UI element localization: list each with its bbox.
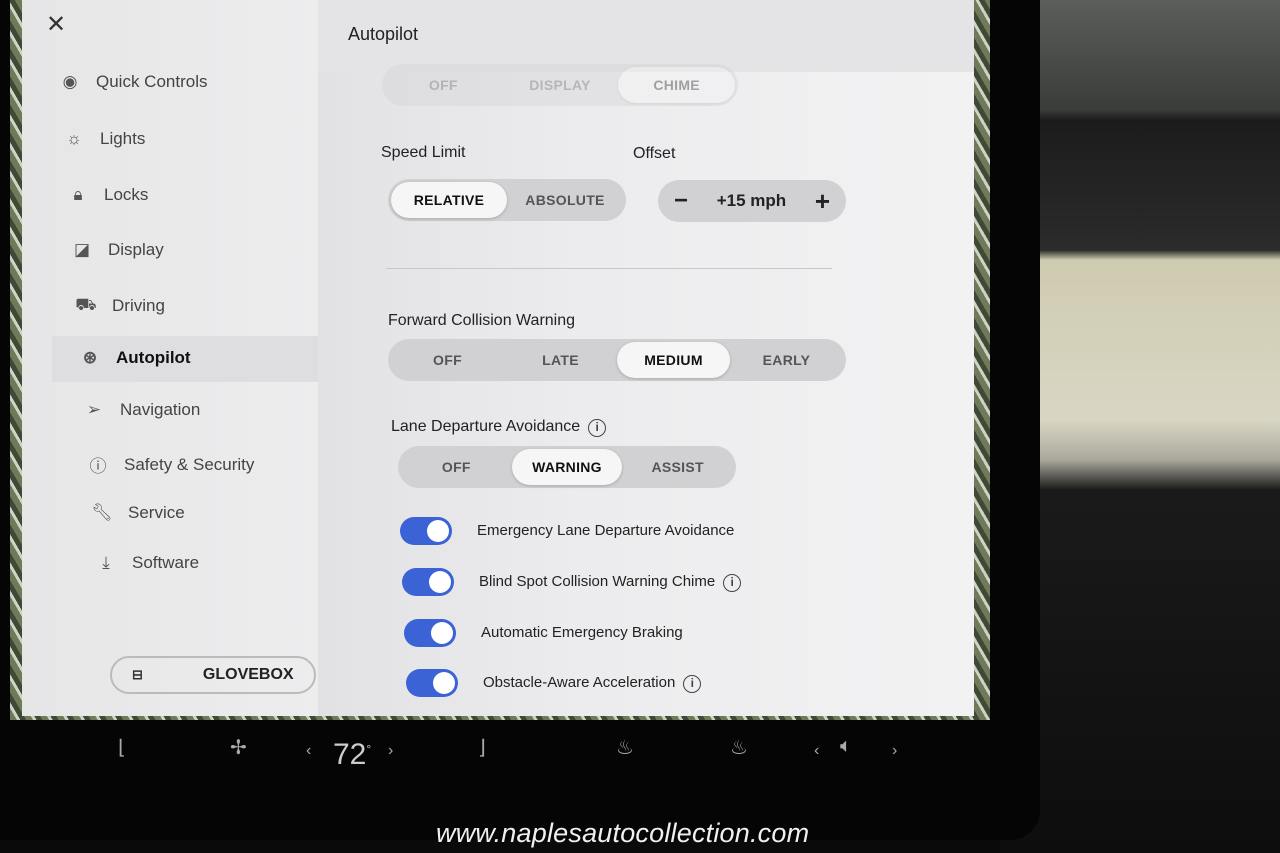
alert-circle-icon: ⓘ — [89, 457, 107, 476]
sidebar-item-label: Service — [128, 503, 185, 522]
watermark: www.naplesautocollection.com — [436, 818, 810, 848]
lda-selector[interactable]: OFF WARNING ASSIST — [398, 446, 736, 488]
passenger-seat-heater-icon[interactable]: ⌋ — [478, 735, 486, 760]
wrench-icon: 🔧︎ — [91, 503, 113, 522]
fcw-option-early[interactable]: EARLY — [730, 342, 843, 378]
sidebar-item-label: Autopilot — [116, 348, 191, 367]
lda-label: Lane Departure Avoidance i — [391, 418, 607, 437]
sidebar-item-display[interactable]: ◪ Display — [70, 240, 164, 260]
toggle-switch[interactable] — [400, 517, 452, 545]
glovebox-button[interactable]: ⊟ GLOVEBOX — [110, 656, 316, 694]
fcw-label: Forward Collision Warning — [388, 312, 576, 329]
sidebar-item-locks[interactable]: 🔒︎ Locks — [66, 185, 148, 205]
info-icon[interactable]: i — [683, 675, 702, 693]
sidebar-item-label: Safety & Security — [124, 454, 255, 474]
sidebar-item-label: Display — [108, 240, 164, 259]
speed-warning-selector[interactable]: OFF DISPLAY CHIME — [382, 64, 738, 106]
sidebar: ✕ ◉ Quick Controls ☼ Lights 🔒︎ Locks ◪ Display ⛟… — [22, 0, 322, 716]
lda-option-off[interactable]: OFF — [401, 449, 512, 485]
sidebar-item-label: Quick Controls — [96, 72, 208, 91]
background-photo — [1000, 0, 1280, 853]
lda-option-warning[interactable]: WARNING — [511, 449, 623, 485]
temp-down-icon[interactable]: ‹ — [306, 742, 311, 760]
sidebar-item-label: Navigation — [120, 400, 201, 419]
toggle-switch[interactable] — [404, 619, 456, 647]
close-icon[interactable]: ✕ — [46, 10, 66, 39]
info-icon[interactable]: i — [723, 574, 742, 592]
speed_limit-option-relative[interactable]: RELATIVE — [391, 182, 507, 218]
fcw-option-late[interactable]: LATE — [504, 342, 617, 378]
plus-button[interactable]: + — [815, 186, 830, 217]
fcw-option-off[interactable]: OFF — [391, 342, 504, 378]
speed-limit-selector[interactable]: RELATIVE ABSOLUTE — [388, 179, 626, 221]
volume-icon[interactable]: 🔈︎ — [840, 735, 852, 758]
sidebar-item-quick-controls[interactable]: ◉ Quick Controls — [58, 72, 208, 92]
offset-value: +15 mph — [716, 191, 787, 210]
sidebar-item-label: Software — [132, 553, 200, 572]
front-defrost-icon[interactable]: ♨ — [616, 735, 634, 760]
toggle-switch[interactable] — [406, 669, 458, 697]
speed_warning-option-off[interactable]: OFF — [385, 67, 502, 103]
download-icon: ⤓ — [102, 553, 110, 572]
page-title: Autopilot — [348, 24, 419, 44]
driver-seat-heater-icon[interactable]: ⌊ — [118, 735, 126, 760]
sidebar-item-autopilot[interactable]: ⊛ Autopilot — [78, 348, 191, 368]
temp-up-icon[interactable]: › — [388, 742, 393, 760]
sidebar-item-label: Driving — [112, 296, 165, 315]
sidebar-item-label: Locks — [104, 185, 149, 204]
divider — [386, 268, 832, 269]
offset-stepper[interactable]: − +15 mph + — [658, 180, 846, 222]
fan-icon[interactable]: ✢ — [230, 735, 247, 760]
fcw-option-medium[interactable]: MEDIUM — [617, 342, 730, 378]
sidebar-item-driving[interactable]: ⛟ Driving — [74, 295, 165, 317]
speed-limit-label: Speed Limit — [381, 144, 466, 161]
minus-button[interactable]: − — [674, 187, 688, 215]
light-bulb-icon: ☼ — [66, 129, 82, 148]
steering-wheel-icon: ⊛ — [82, 348, 98, 367]
temperature: 72° — [333, 738, 372, 771]
display-icon: ◪ — [73, 240, 91, 259]
speed_warning-option-display[interactable]: DISPLAY — [502, 67, 619, 103]
toggle-label: Emergency Lane Departure Avoidance — [477, 522, 735, 539]
rear-defrost-icon[interactable]: ♨ — [730, 735, 748, 760]
volume-up-icon[interactable]: › — [892, 742, 897, 760]
lda-option-assist[interactable]: ASSIST — [622, 449, 733, 485]
toggle-icon: ◉ — [62, 72, 78, 91]
sidebar-item-software[interactable]: ⤓ Software — [94, 553, 199, 573]
car-icon: ⛟ — [75, 295, 97, 314]
autopilot-settings: Autopilot OFF DISPLAY CHIME Speed Limit Of… — [318, 0, 974, 716]
offset-label: Offset — [633, 145, 676, 162]
toggle-label: Obstacle-Aware Acceleration i — [483, 674, 702, 693]
speed_limit-option-absolute[interactable]: ABSOLUTE — [507, 182, 623, 218]
info-icon[interactable]: i — [588, 419, 607, 437]
speed_warning-option-chime[interactable]: CHIME — [618, 67, 735, 103]
toggle-switch[interactable] — [402, 568, 454, 596]
sidebar-item-label: Lights — [100, 129, 146, 148]
sidebar-item-service[interactable]: 🔧︎ Service — [90, 503, 185, 523]
toggle-label: Blind Spot Collision Warning Chime i — [479, 573, 742, 592]
header: Autopilot — [318, 0, 974, 72]
sidebar-item-lights[interactable]: ☼ Lights — [62, 129, 145, 149]
sidebar-item-safety-security[interactable]: ⓘ Safety & Security — [86, 452, 255, 477]
settings-panel: ✕ ◉ Quick Controls ☼ Lights 🔒︎ Locks ◪ Display ⛟… — [22, 0, 974, 716]
volume-down-icon[interactable]: ‹ — [814, 742, 819, 760]
lock-icon: 🔒︎ — [73, 185, 83, 204]
glovebox-icon: ⊟ — [132, 667, 143, 682]
fcw-selector[interactable]: OFF LATE MEDIUM EARLY — [388, 339, 846, 381]
sidebar-item-navigation[interactable]: ➢ Navigation — [82, 400, 200, 420]
navigation-arrow-icon: ➢ — [86, 400, 102, 419]
toggle-label: Automatic Emergency Braking — [481, 624, 683, 641]
